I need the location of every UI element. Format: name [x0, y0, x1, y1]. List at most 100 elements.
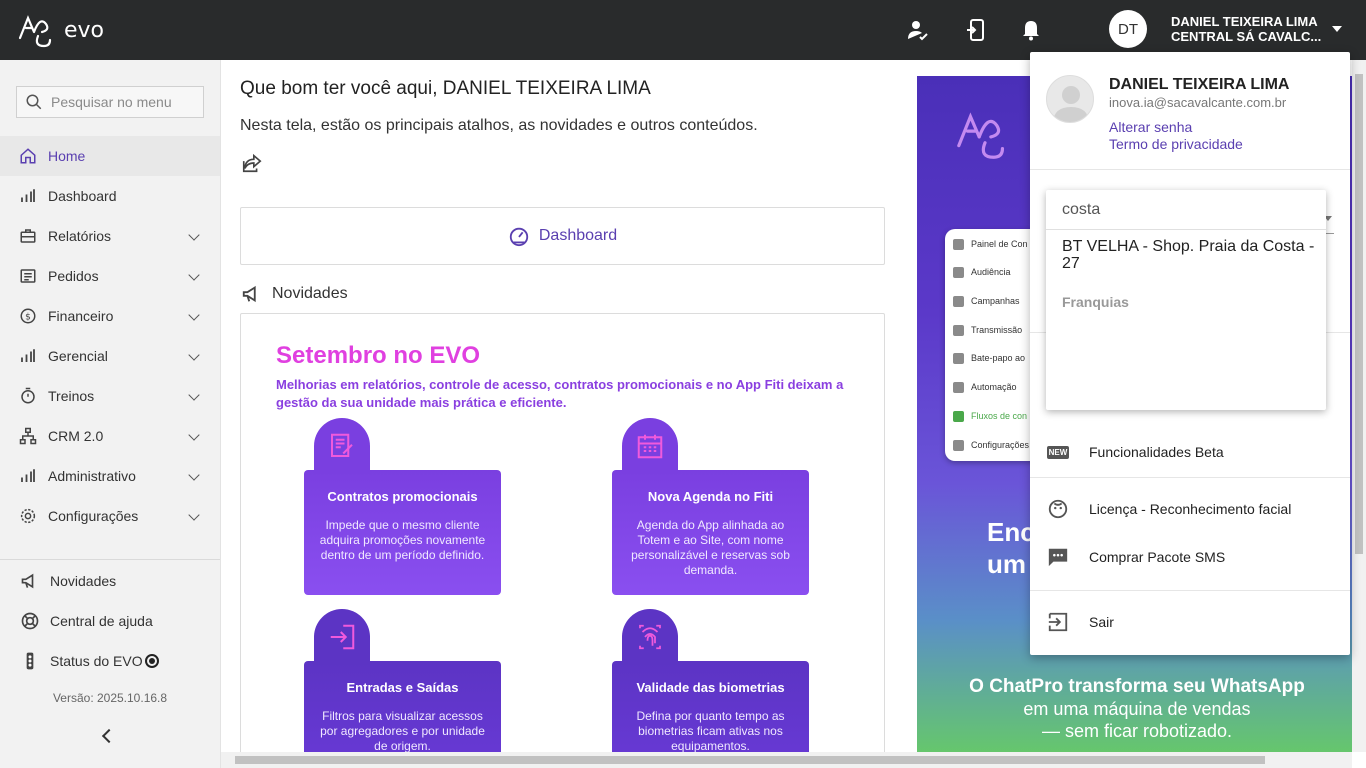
bar-chart-icon: [19, 467, 37, 485]
app-version: Versão: 2025.10.16.8: [52, 691, 168, 705]
news-description: Melhorias em relatórios, controle de ace…: [276, 377, 844, 410]
dashboard-shortcut-label: Dashboard: [538, 227, 618, 244]
megaphone-icon: [242, 285, 256, 303]
sidebar-divider: [0, 559, 220, 560]
sidebar-item-treinos[interactable]: Treinos: [0, 376, 220, 416]
unit-search-input[interactable]: costa: [1046, 190, 1326, 230]
change-password-link[interactable]: Alterar senha: [1109, 119, 1192, 135]
chevron-down-icon: [188, 429, 200, 441]
cart-icon: [19, 267, 37, 285]
sms-icon: [1046, 545, 1070, 569]
menu-item-label: Funcionalidades Beta: [1089, 444, 1224, 460]
sidebar-item-home[interactable]: Home: [0, 136, 220, 176]
dollar-icon: $: [19, 307, 37, 325]
license-facial-item[interactable]: Licença - Reconhecimento facial: [1046, 497, 1291, 521]
sidebar: Home Dashboard Relatórios Pedidos $: [0, 60, 221, 768]
sidebar-menu: Home Dashboard Relatórios Pedidos $ Fina…: [0, 136, 220, 536]
promo-headline: Enc um: [987, 517, 1035, 579]
sidebar-item-label: Home: [48, 148, 86, 164]
sidebar-item-novidades[interactable]: Novidades: [20, 571, 116, 591]
news-card[interactable]: Setembro no EVO Melhorias em relatórios,…: [240, 313, 885, 752]
sidebar-item-label: Configurações: [48, 508, 139, 524]
unit-option[interactable]: BT VELHA - Shop. Praia da Costa - 27: [1062, 238, 1317, 272]
timer-icon: [19, 387, 37, 405]
buy-sms-item[interactable]: Comprar Pacote SMS: [1046, 545, 1225, 569]
fingerprint-icon: [622, 609, 678, 665]
user-check-icon[interactable]: [906, 18, 930, 42]
list-item: Fluxos de con: [953, 409, 1027, 423]
traffic-light-icon: [20, 651, 40, 671]
horizontal-scrollbar[interactable]: [221, 752, 1352, 768]
menu-item-label: Sair: [1089, 614, 1114, 630]
novidades-title: Novidades: [272, 285, 348, 302]
sidebar-item-label: Gerencial: [48, 348, 108, 364]
vertical-scrollbar[interactable]: [1352, 60, 1366, 752]
privacy-terms-link[interactable]: Termo de privacidade: [1109, 136, 1243, 152]
list-item: Painel de Con: [953, 237, 1028, 251]
new-badge-icon: NEW: [1046, 445, 1070, 459]
sidebar-item-relatorios[interactable]: Relatórios: [0, 216, 220, 256]
sidebar-item-configuracoes[interactable]: Configurações: [0, 496, 220, 536]
logout-item[interactable]: Sair: [1046, 610, 1114, 634]
chevron-down-icon: [188, 309, 200, 321]
avatar[interactable]: DT: [1109, 10, 1147, 48]
profile-avatar: [1046, 75, 1094, 123]
news-title: Setembro no EVO: [276, 342, 481, 369]
menu-divider: [1030, 477, 1350, 478]
chevron-down-icon[interactable]: [1332, 26, 1342, 32]
feature-title: Nova Agenda no Fiti: [647, 489, 774, 504]
sidebar-item-dashboard[interactable]: Dashboard: [0, 176, 220, 216]
sidebar-item-label: CRM 2.0: [48, 428, 104, 444]
feature-card: Nova Agenda no Fiti Agenda do App alinha…: [612, 418, 809, 595]
profile-email: inova.ia@sacavalcante.com.br: [1109, 95, 1287, 110]
logo-text: evo: [64, 17, 105, 43]
bar-chart-icon: [19, 187, 37, 205]
feature-card: Validade das biometrias Defina por quant…: [612, 609, 809, 752]
share-icon[interactable]: [241, 152, 263, 174]
user-menu-toggle[interactable]: DANIEL TEIXEIRA LIMA CENTRAL SÁ CAVALC..…: [1171, 14, 1321, 44]
sidebar-item-help[interactable]: Central de ajuda: [20, 611, 153, 631]
scrollbar-thumb[interactable]: [235, 756, 1265, 764]
phone-switch-icon[interactable]: [964, 18, 988, 42]
sidebar-item-financeiro[interactable]: $ Financeiro: [0, 296, 220, 336]
feature-title: Entradas e Saídas: [346, 680, 459, 695]
status-indicator-icon: [144, 654, 159, 668]
evo-logo[interactable]: evo: [16, 12, 104, 48]
user-name: DANIEL TEIXEIRA LIMA: [1171, 14, 1318, 29]
bar-chart-icon: [19, 347, 37, 365]
top-bar: evo DT DANIEL TEIXEIRA LIMA CENTRAL SÁ C…: [0, 0, 1366, 60]
home-icon: [19, 147, 37, 165]
chevron-down-icon: [188, 269, 200, 281]
sidebar-item-label: Administrativo: [48, 468, 136, 484]
menu-search[interactable]: [16, 86, 204, 118]
speedometer-icon: [509, 227, 529, 247]
feature-title: Contratos promocionais: [327, 489, 478, 504]
menu-divider: [1030, 169, 1350, 170]
feature-text: Impede que o mesmo cliente adquira promo…: [319, 518, 486, 562]
sidebar-item-crm[interactable]: CRM 2.0: [0, 416, 220, 456]
feature-text: Agenda do App alinhada ao Totem e ao Sit…: [631, 518, 790, 577]
beta-features-item[interactable]: NEW Funcionalidades Beta: [1046, 440, 1224, 464]
bell-icon[interactable]: [1019, 18, 1043, 42]
gear-icon: [19, 507, 37, 525]
promo-text: O ChatPro transforma seu WhatsApp em uma…: [969, 676, 1305, 741]
sidebar-item-administrativo[interactable]: Administrativo: [0, 456, 220, 496]
network-icon: [19, 427, 37, 445]
search-icon: [26, 94, 42, 110]
collapse-sidebar-icon[interactable]: [101, 728, 117, 744]
feature-text: Filtros para visualizar acessos por agre…: [320, 709, 485, 752]
dashboard-shortcut[interactable]: Dashboard: [240, 207, 885, 265]
list-item: Bate-papo ao: [953, 351, 1025, 365]
sidebar-item-gerencial[interactable]: Gerencial: [0, 336, 220, 376]
scrollbar-thumb[interactable]: [1355, 74, 1363, 554]
list-item: Audiência: [953, 265, 1011, 279]
page-title: Que bom ter você aqui, DANIEL TEIXEIRA L…: [240, 78, 651, 99]
chevron-down-icon: [188, 509, 200, 521]
sidebar-item-label: Financeiro: [48, 308, 114, 324]
sidebar-item-status[interactable]: Status do EVO: [20, 651, 159, 671]
sidebar-item-pedidos[interactable]: Pedidos: [0, 256, 220, 296]
chevron-down-icon: [188, 469, 200, 481]
search-input[interactable]: [51, 94, 201, 110]
sidebar-item-label: Novidades: [50, 573, 117, 589]
feature-title: Validade das biometrias: [636, 680, 785, 695]
